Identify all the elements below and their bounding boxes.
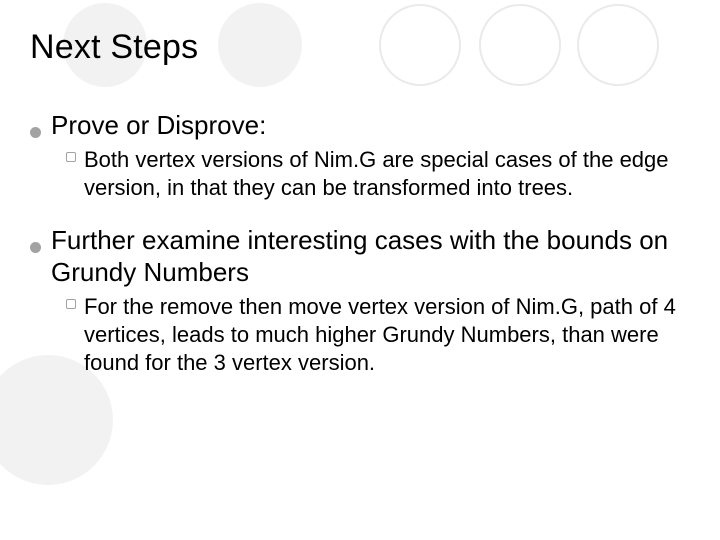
slide-content: Next Steps Prove or Disprove: Both verte… <box>0 0 720 419</box>
sub-item: Both vertex versions of Nim.G are specia… <box>66 146 690 202</box>
slide-title: Next Steps <box>30 28 690 67</box>
subbullet-icon <box>66 152 76 162</box>
bullet-icon <box>30 242 41 253</box>
item-head-text: Prove or Disprove: <box>51 109 690 142</box>
bullet-icon <box>30 127 41 138</box>
item-head-text: Further examine interesting cases with t… <box>51 224 690 289</box>
subbullet-icon <box>66 299 76 309</box>
list-item: Further examine interesting cases with t… <box>30 224 690 377</box>
sub-item-text: Both vertex versions of Nim.G are specia… <box>84 146 690 202</box>
sub-item: For the remove then move vertex version … <box>66 293 690 377</box>
item-head: Further examine interesting cases with t… <box>30 224 690 289</box>
sub-item-text: For the remove then move vertex version … <box>84 293 690 377</box>
item-head: Prove or Disprove: <box>30 109 690 142</box>
list-item: Prove or Disprove: Both vertex versions … <box>30 109 690 202</box>
